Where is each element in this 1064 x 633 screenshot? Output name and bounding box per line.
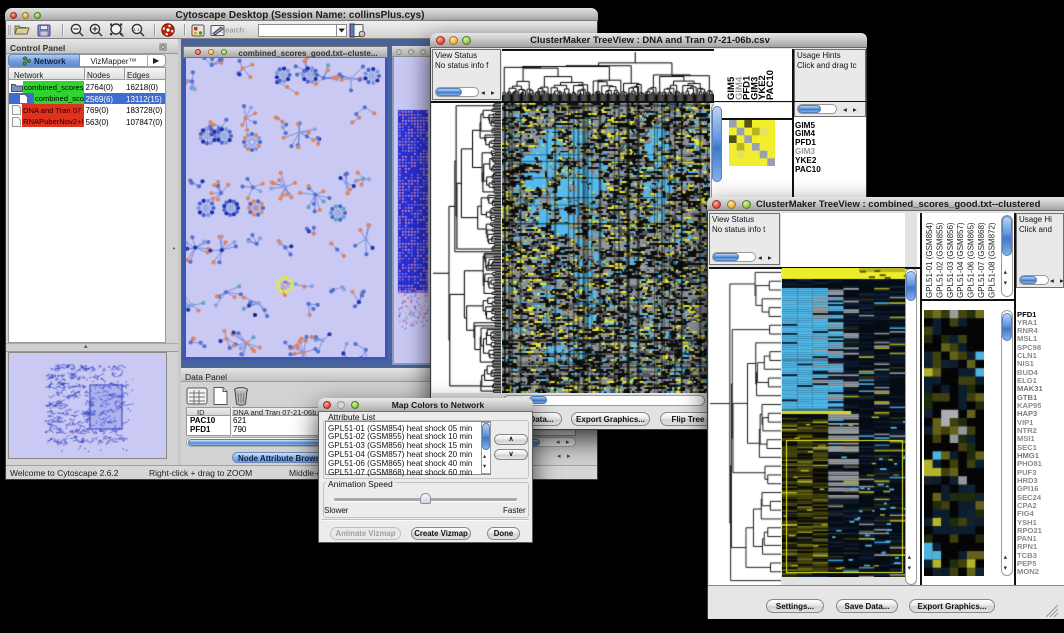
svg-text:PAC10: PAC10 [765,70,776,100]
svg-text:GPL51-06 (GSM865): GPL51-06 (GSM865) [967,222,976,298]
svg-text:GPL51-07 (GSM868): GPL51-07 (GSM868) [977,222,986,298]
svg-text:GPL51-01 (GSM854): GPL51-01 (GSM854) [925,222,934,298]
svg-text:1:1: 1:1 [134,27,141,32]
svg-text:GPL51-04 (GSM857): GPL51-04 (GSM857) [956,222,965,298]
svg-text:GPL51-08 (GSM872): GPL51-08 (GSM872) [987,222,996,298]
svg-text:GPL51-02 (GSM855): GPL51-02 (GSM855) [935,222,944,298]
svg-text:Search:: Search: [220,26,246,35]
svg-text:GPL51-03 (GSM856): GPL51-03 (GSM856) [946,222,955,298]
